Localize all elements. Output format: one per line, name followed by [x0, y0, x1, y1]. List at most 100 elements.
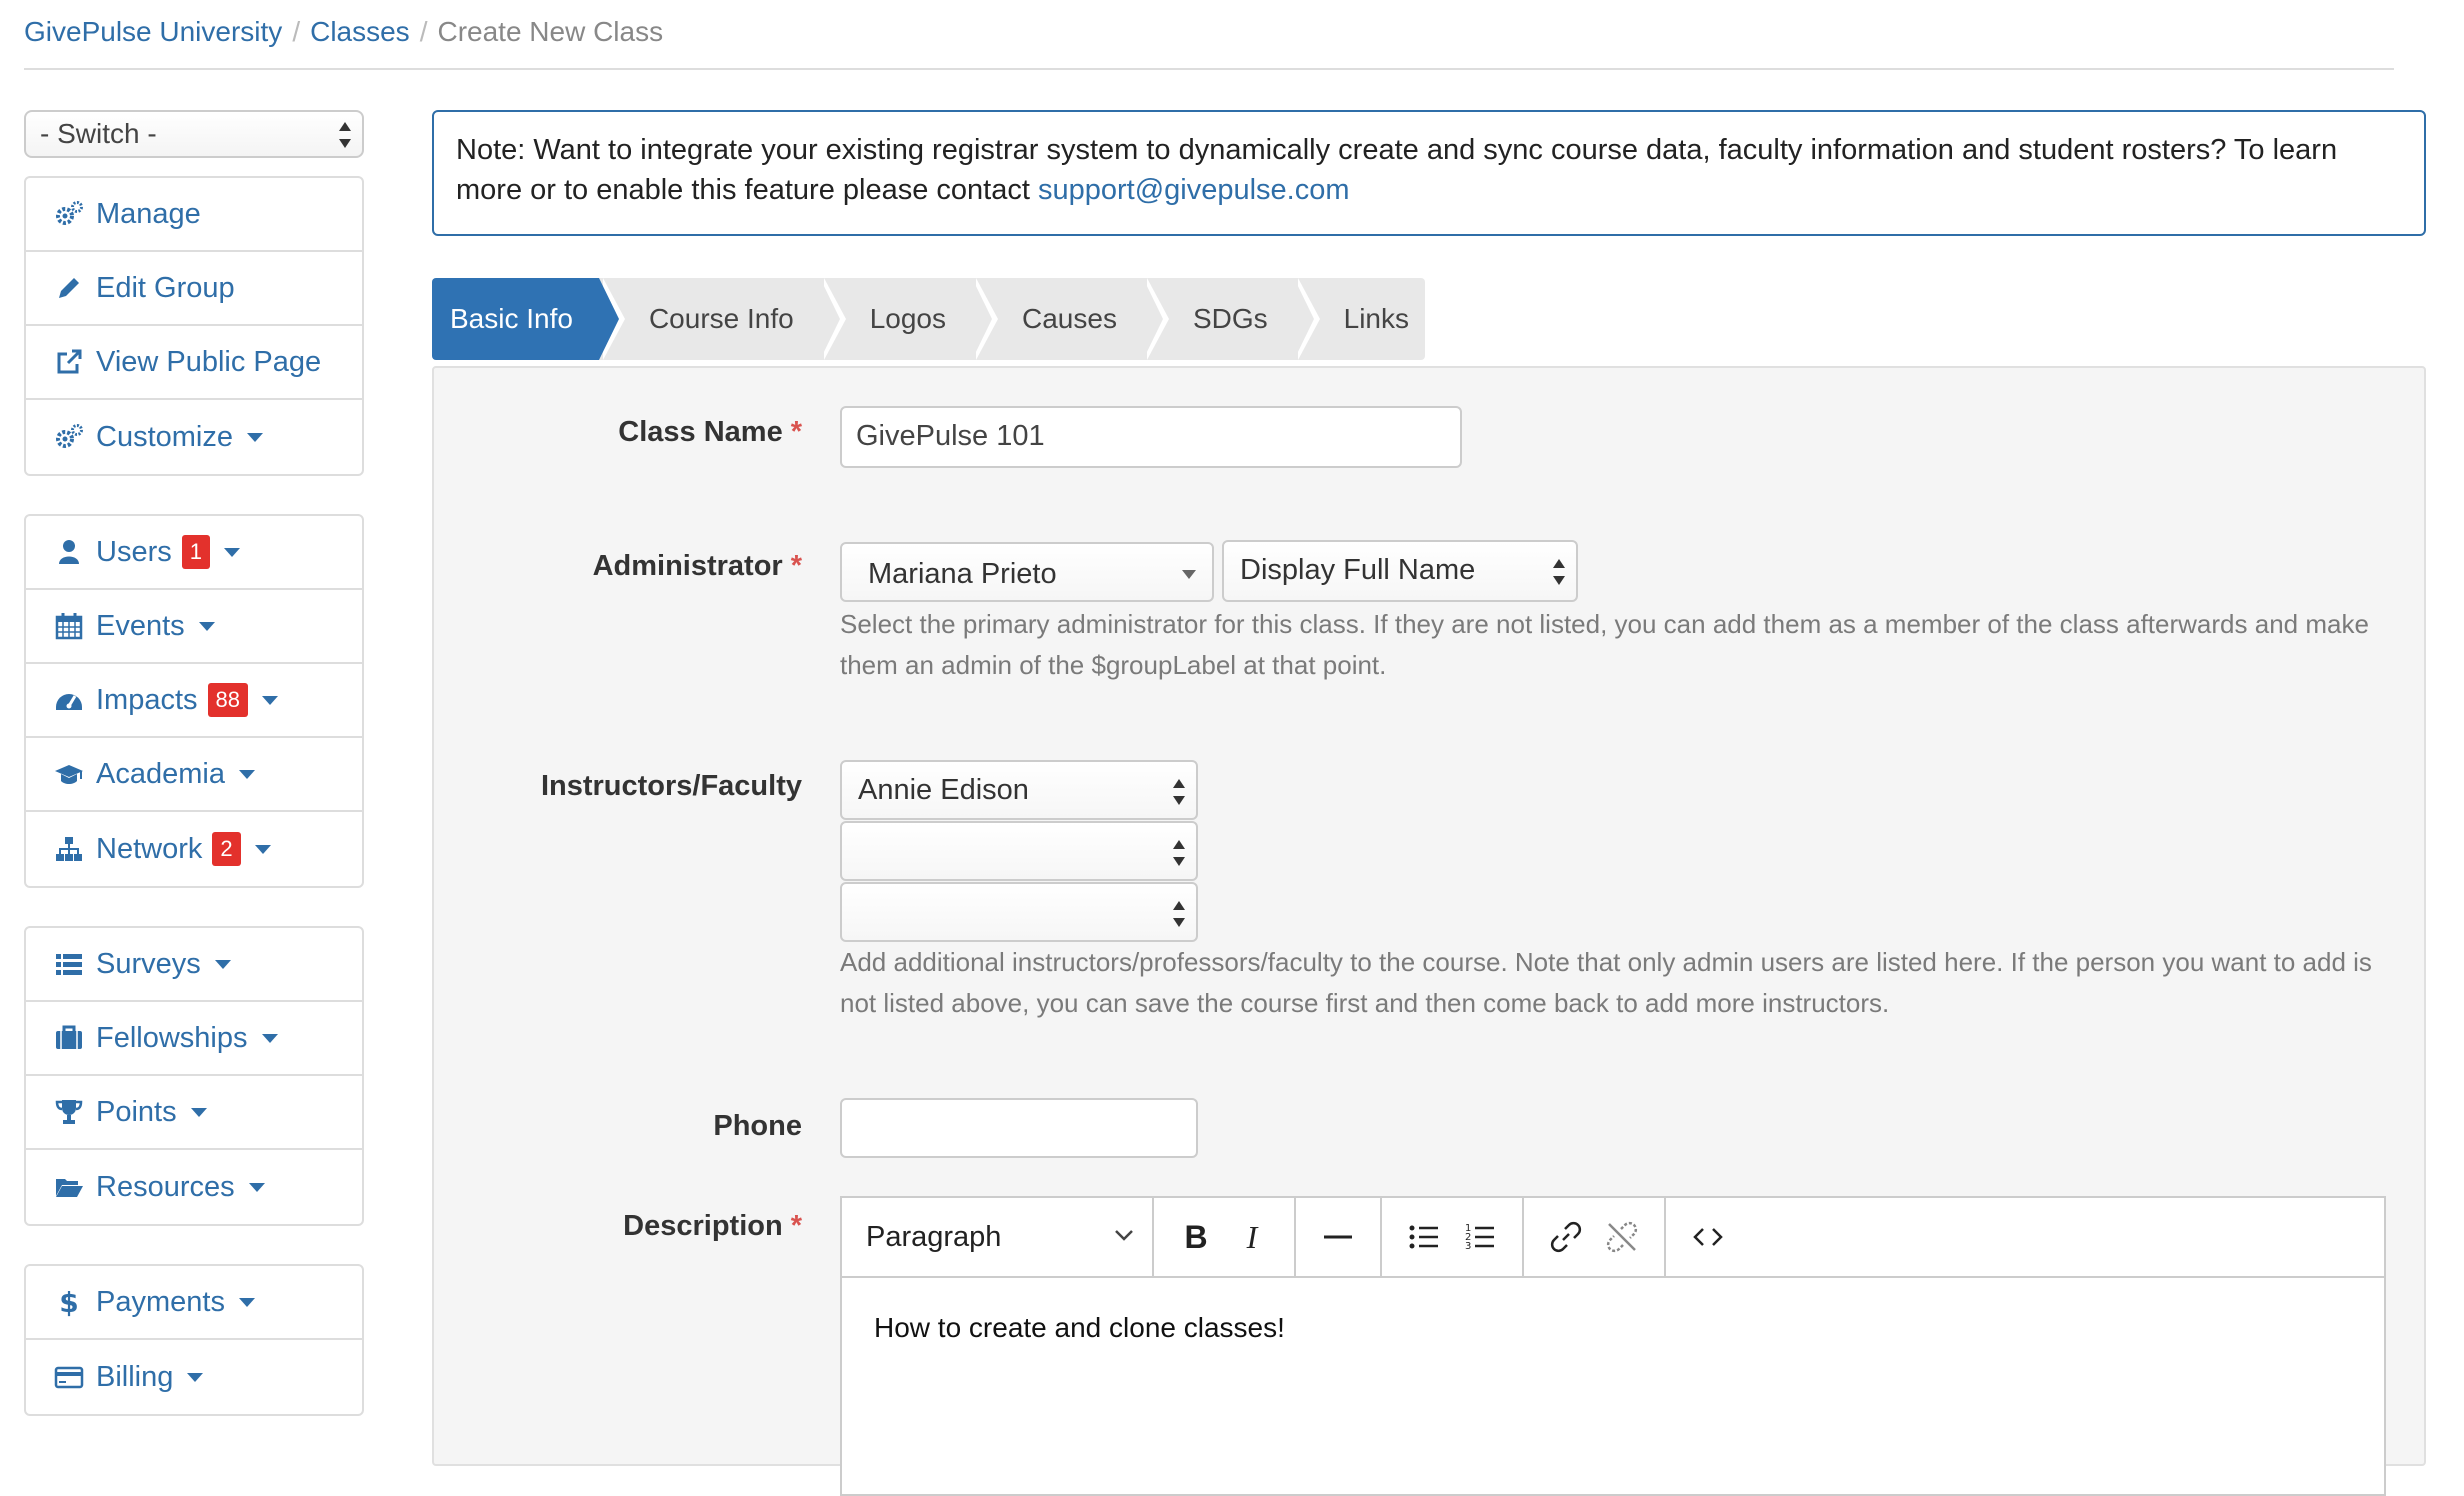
link-icon [1550, 1221, 1582, 1253]
nav-group-finance: $ Payments Billing [24, 1264, 364, 1416]
phone-input[interactable] [840, 1098, 1198, 1158]
updown-arrows-icon [1172, 778, 1186, 806]
external-link-icon [57, 349, 82, 374]
sidebar-item-label: Manage [96, 197, 201, 230]
users-count-badge: 1 [181, 535, 210, 569]
sidebar-item-label: Billing [96, 1360, 174, 1393]
caret-down-icon [238, 769, 255, 779]
sidebar-item-label: Impacts [96, 683, 198, 716]
svg-text:B: B [1184, 1220, 1207, 1254]
class-name-label: Class Name * [618, 416, 802, 448]
graduation-cap-icon [55, 765, 83, 784]
horizontal-rule-button[interactable] [1310, 1209, 1366, 1265]
bold-button[interactable]: B [1168, 1209, 1224, 1265]
sidebar-item-impacts[interactable]: Impacts 88 [26, 664, 362, 738]
chevron-down-icon [1182, 570, 1196, 579]
administrator-help-text: Select the primary administrator for thi… [840, 609, 2369, 680]
sidebar-item-billing[interactable]: Billing [26, 1340, 362, 1414]
breadcrumb-link-classes[interactable]: Classes [310, 16, 410, 47]
insert-link-button[interactable] [1538, 1209, 1594, 1265]
sidebar-item-label: Surveys [96, 947, 201, 980]
sidebar-item-points[interactable]: Points [26, 1076, 362, 1150]
sidebar-item-label: Fellowships [96, 1021, 248, 1054]
sidebar-item-events[interactable]: Events [26, 590, 362, 664]
pencil-icon [59, 278, 79, 298]
updown-arrows-icon [1172, 839, 1186, 867]
description-label: Description * [623, 1210, 802, 1242]
updown-arrows-icon [1552, 558, 1566, 586]
switch-select[interactable]: - Switch - [24, 110, 364, 158]
caret-down-icon [223, 547, 240, 557]
caret-down-icon [248, 1182, 265, 1192]
calendar-icon [55, 613, 83, 640]
class-name-input[interactable]: GivePulse 101 [840, 406, 1462, 468]
sidebar-item-academia[interactable]: Academia [26, 738, 362, 812]
italic-button[interactable]: I [1224, 1209, 1280, 1265]
instructors-label: Instructors/Faculty [540, 770, 802, 802]
breadcrumb-separator: / [419, 16, 428, 47]
sidebar: - Switch - Manage Edit Group View Public… [24, 110, 364, 1454]
instructor-select-3[interactable] [840, 882, 1198, 942]
sidebar-item-resources[interactable]: Resources [26, 1150, 362, 1224]
paragraph-format-value: Paragraph [866, 1220, 1002, 1253]
sidebar-item-fellowships[interactable]: Fellowships [26, 1002, 362, 1076]
sidebar-item-edit-group[interactable]: Edit Group [26, 252, 362, 326]
gears-icon [56, 201, 83, 225]
required-mark: * [790, 1210, 802, 1242]
sidebar-item-surveys[interactable]: Surveys [26, 928, 362, 1002]
required-mark: * [790, 416, 802, 448]
dollar-icon: $ [59, 1287, 78, 1317]
editor-content-area[interactable]: How to create and clone classes! [842, 1278, 2384, 1378]
instructor-select-1[interactable]: Annie Edison [840, 760, 1198, 820]
tab-course-info[interactable]: Course Info [598, 278, 846, 360]
description-editor: Paragraph B I 123 How to create and clon… [840, 1196, 2386, 1496]
instructor-select-value: Annie Edison [858, 774, 1029, 806]
remove-link-button[interactable] [1594, 1209, 1650, 1265]
caret-down-icon [187, 1372, 204, 1382]
horizontal-rule-icon [1324, 1235, 1352, 1239]
display-name-select[interactable]: Display Full Name [1222, 540, 1578, 602]
nav-group-manage: Manage Edit Group View Public Page Custo… [24, 176, 364, 476]
sidebar-item-manage[interactable]: Manage [26, 178, 362, 252]
breadcrumb-current: Create New Class [437, 16, 664, 47]
paragraph-format-select[interactable]: Paragraph [856, 1209, 1138, 1265]
italic-icon: I [1246, 1220, 1259, 1254]
breadcrumb-link-university[interactable]: GivePulse University [24, 16, 282, 47]
sidebar-item-network[interactable]: Network 2 [26, 812, 362, 886]
breadcrumb-separator: / [292, 16, 301, 47]
numbered-list-icon: 123 [1465, 1223, 1494, 1252]
sidebar-item-users[interactable]: Users 1 [26, 516, 362, 590]
sidebar-item-customize[interactable]: Customize [26, 400, 362, 474]
chevron-down-icon [1115, 1230, 1133, 1241]
integration-note: Note: Want to integrate your existing re… [432, 110, 2426, 236]
tab-basic-info[interactable]: Basic Info [432, 278, 625, 360]
folder-open-icon [56, 1179, 83, 1197]
instructor-select-2[interactable] [840, 821, 1198, 881]
numbered-list-button[interactable]: 123 [1452, 1209, 1508, 1265]
nav-group-programs: Surveys Fellowships Points Resources [24, 926, 364, 1226]
unlink-icon [1606, 1221, 1638, 1253]
sitemap-icon [56, 837, 82, 861]
administrator-select[interactable]: Mariana Prieto [840, 542, 1214, 602]
dashboard-icon [56, 694, 82, 710]
sidebar-item-label: Events [96, 609, 185, 642]
sidebar-item-label: Points [96, 1095, 177, 1128]
code-icon [1693, 1228, 1723, 1246]
sidebar-item-view-public-page[interactable]: View Public Page [26, 326, 362, 400]
list-group: 123 [1382, 1198, 1524, 1276]
bulleted-list-icon [1409, 1225, 1438, 1249]
trophy-icon [55, 1100, 83, 1124]
sidebar-item-payments[interactable]: $ Payments [26, 1266, 362, 1340]
caret-down-icon [238, 1297, 255, 1307]
user-icon [59, 540, 79, 564]
instructors-help-text: Add additional instructors/professors/fa… [840, 947, 2372, 1018]
administrator-select-value: Mariana Prieto [868, 558, 1057, 590]
wizard-tabs: Basic Info Course Info Logos Causes SDGs… [432, 278, 1425, 360]
support-email-link[interactable]: support@givepulse.com [1038, 174, 1350, 206]
source-code-button[interactable] [1680, 1209, 1736, 1265]
caret-down-icon [261, 1033, 278, 1043]
svg-text:3: 3 [1465, 1241, 1471, 1252]
sidebar-item-label: Users [96, 535, 172, 568]
bulleted-list-button[interactable] [1396, 1209, 1452, 1265]
impacts-count-badge: 88 [207, 683, 249, 717]
